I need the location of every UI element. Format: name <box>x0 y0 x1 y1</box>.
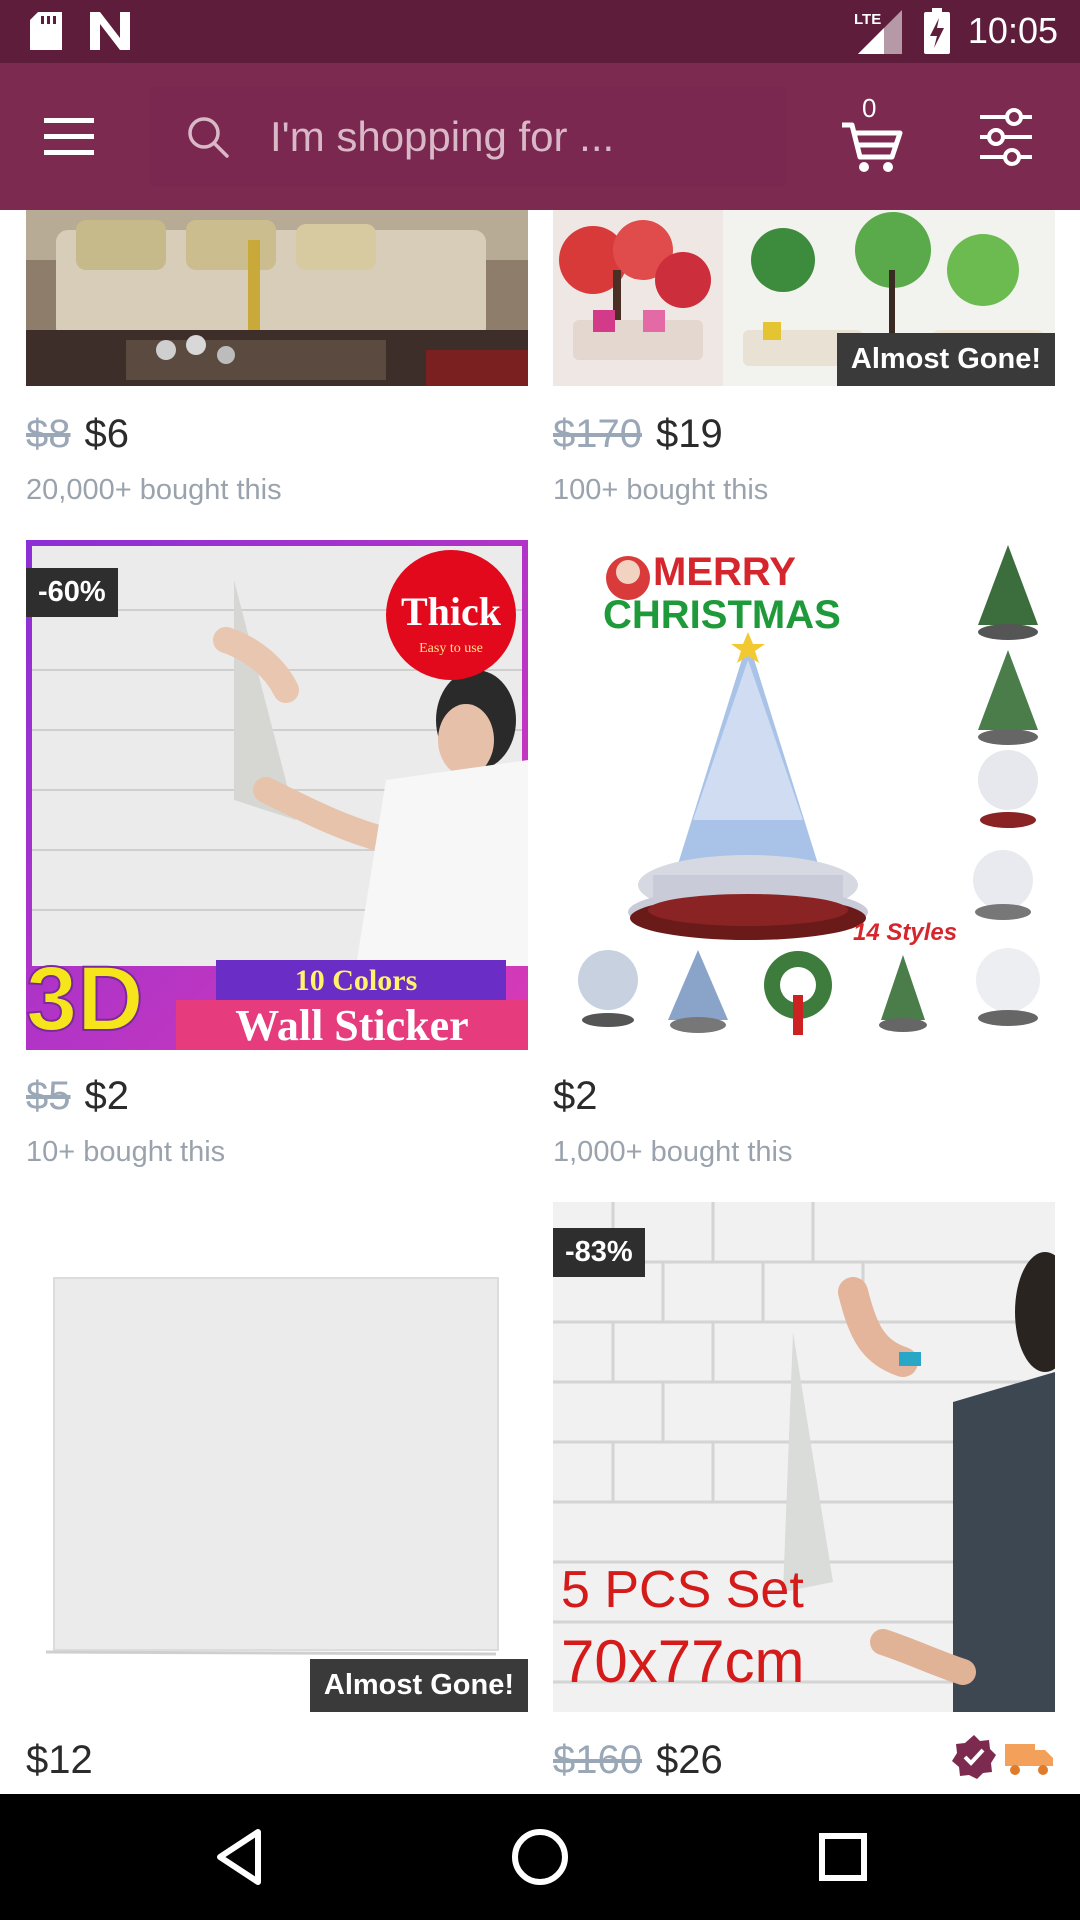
search-icon <box>188 117 229 158</box>
price-row: $8 $6 <box>26 412 129 457</box>
product-image[interactable]: MERRY CHRISTMAS 14 Styles <box>553 540 1055 1050</box>
image-text-3d: 3D <box>26 948 144 1050</box>
product-card[interactable]: Thick Easy to use 10 Colors Wall Sticker… <box>26 540 528 1180</box>
status-time: 10:05 <box>967 10 1058 51</box>
battery-charging-icon <box>923 8 950 54</box>
notification-n-icon <box>90 12 130 50</box>
menu-button[interactable] <box>40 110 98 162</box>
sale-price: $26 <box>655 1738 723 1782</box>
cart-button[interactable]: 0 <box>840 93 904 175</box>
bought-count: 100+ bought this <box>553 474 769 506</box>
image-text-title: Wall Sticker <box>235 1001 468 1050</box>
sale-price: $12 <box>26 1738 93 1782</box>
discount-badge: -60% <box>26 568 118 617</box>
image-text-styles: 14 Styles <box>853 919 957 946</box>
product-image[interactable]: Almost Gone! <box>553 210 1055 386</box>
product-image[interactable]: Thick Easy to use 10 Colors Wall Sticker… <box>26 540 528 1050</box>
discount-badge: -83% <box>553 1228 645 1277</box>
app-bar: 0 <box>0 63 1080 210</box>
image-text-merry: MERRY <box>653 550 796 594</box>
sale-price: $2 <box>84 1074 130 1118</box>
sale-price: $6 <box>84 412 130 456</box>
sale-price: $19 <box>655 412 723 456</box>
fast-shipping-icon <box>1005 1744 1053 1775</box>
status-bar: LTE 10:05 <box>0 0 1080 63</box>
original-price: $5 <box>26 1074 71 1118</box>
verified-badge-icon <box>952 1735 996 1779</box>
image-text-colors: 10 Colors <box>295 964 418 997</box>
product-card[interactable]: MERRY CHRISTMAS 14 Styles $2 1,000+ boug… <box>553 540 1055 1180</box>
image-text-size: 70x77cm <box>561 1628 804 1695</box>
menu-icon <box>44 118 94 155</box>
bought-count: 20,000+ bought this <box>26 474 282 506</box>
price-row: $2 <box>553 1074 598 1119</box>
image-text-thick: Thick <box>401 589 502 634</box>
filter-icon <box>980 108 1032 166</box>
original-price: $160 <box>553 1738 642 1782</box>
filter-button[interactable] <box>978 107 1034 167</box>
product-card[interactable]: Almost Gone! $12 <box>26 1202 528 1794</box>
lte-signal-icon: LTE <box>854 10 902 54</box>
network-type-label: LTE <box>854 11 881 28</box>
almost-gone-badge: Almost Gone! <box>836 333 1055 386</box>
image-text-easy: Easy to use <box>419 641 483 656</box>
product-card[interactable]: $8 $6 20,000+ bought this <box>26 210 528 520</box>
bought-count: 1,000+ bought this <box>553 1136 793 1168</box>
status-right-icons: LTE 10:05 <box>854 8 1058 54</box>
product-card[interactable]: 5 PCS Set 70x77cm -83% $160 $26 <box>553 1202 1055 1794</box>
back-triangle-icon <box>217 1829 261 1885</box>
search-input[interactable] <box>270 111 750 163</box>
original-price: $170 <box>553 412 642 456</box>
home-circle-icon <box>512 1829 568 1885</box>
product-card[interactable]: Almost Gone! $170 $19 100+ bought this <box>553 210 1055 520</box>
price-row: $12 <box>26 1738 93 1783</box>
cart-count: 0 <box>862 93 877 123</box>
recents-square-icon <box>819 1833 867 1881</box>
status-left-icons <box>30 12 130 50</box>
price-row: $170 $19 <box>553 412 723 457</box>
sd-card-icon <box>30 12 62 50</box>
image-text-set: 5 PCS Set <box>561 1561 804 1619</box>
sale-price: $2 <box>553 1074 598 1118</box>
search-box[interactable] <box>150 87 786 187</box>
product-image[interactable]: Almost Gone! <box>26 1202 528 1712</box>
product-image[interactable] <box>26 210 528 386</box>
recents-button[interactable] <box>810 1824 876 1890</box>
product-image[interactable]: 5 PCS Set 70x77cm -83% <box>553 1202 1055 1712</box>
back-button[interactable] <box>208 1824 274 1890</box>
product-grid: $8 $6 20,000+ bought this Almost Gone! $… <box>0 210 1080 1794</box>
bought-count: 10+ bought this <box>26 1136 226 1168</box>
price-row: $5 $2 <box>26 1074 129 1119</box>
home-button[interactable] <box>507 1824 573 1890</box>
price-row: $160 $26 <box>553 1738 723 1783</box>
almost-gone-badge: Almost Gone! <box>309 1659 528 1712</box>
image-text-christmas: CHRISTMAS <box>603 593 841 637</box>
original-price: $8 <box>26 412 71 456</box>
navigation-bar <box>0 1794 1080 1920</box>
